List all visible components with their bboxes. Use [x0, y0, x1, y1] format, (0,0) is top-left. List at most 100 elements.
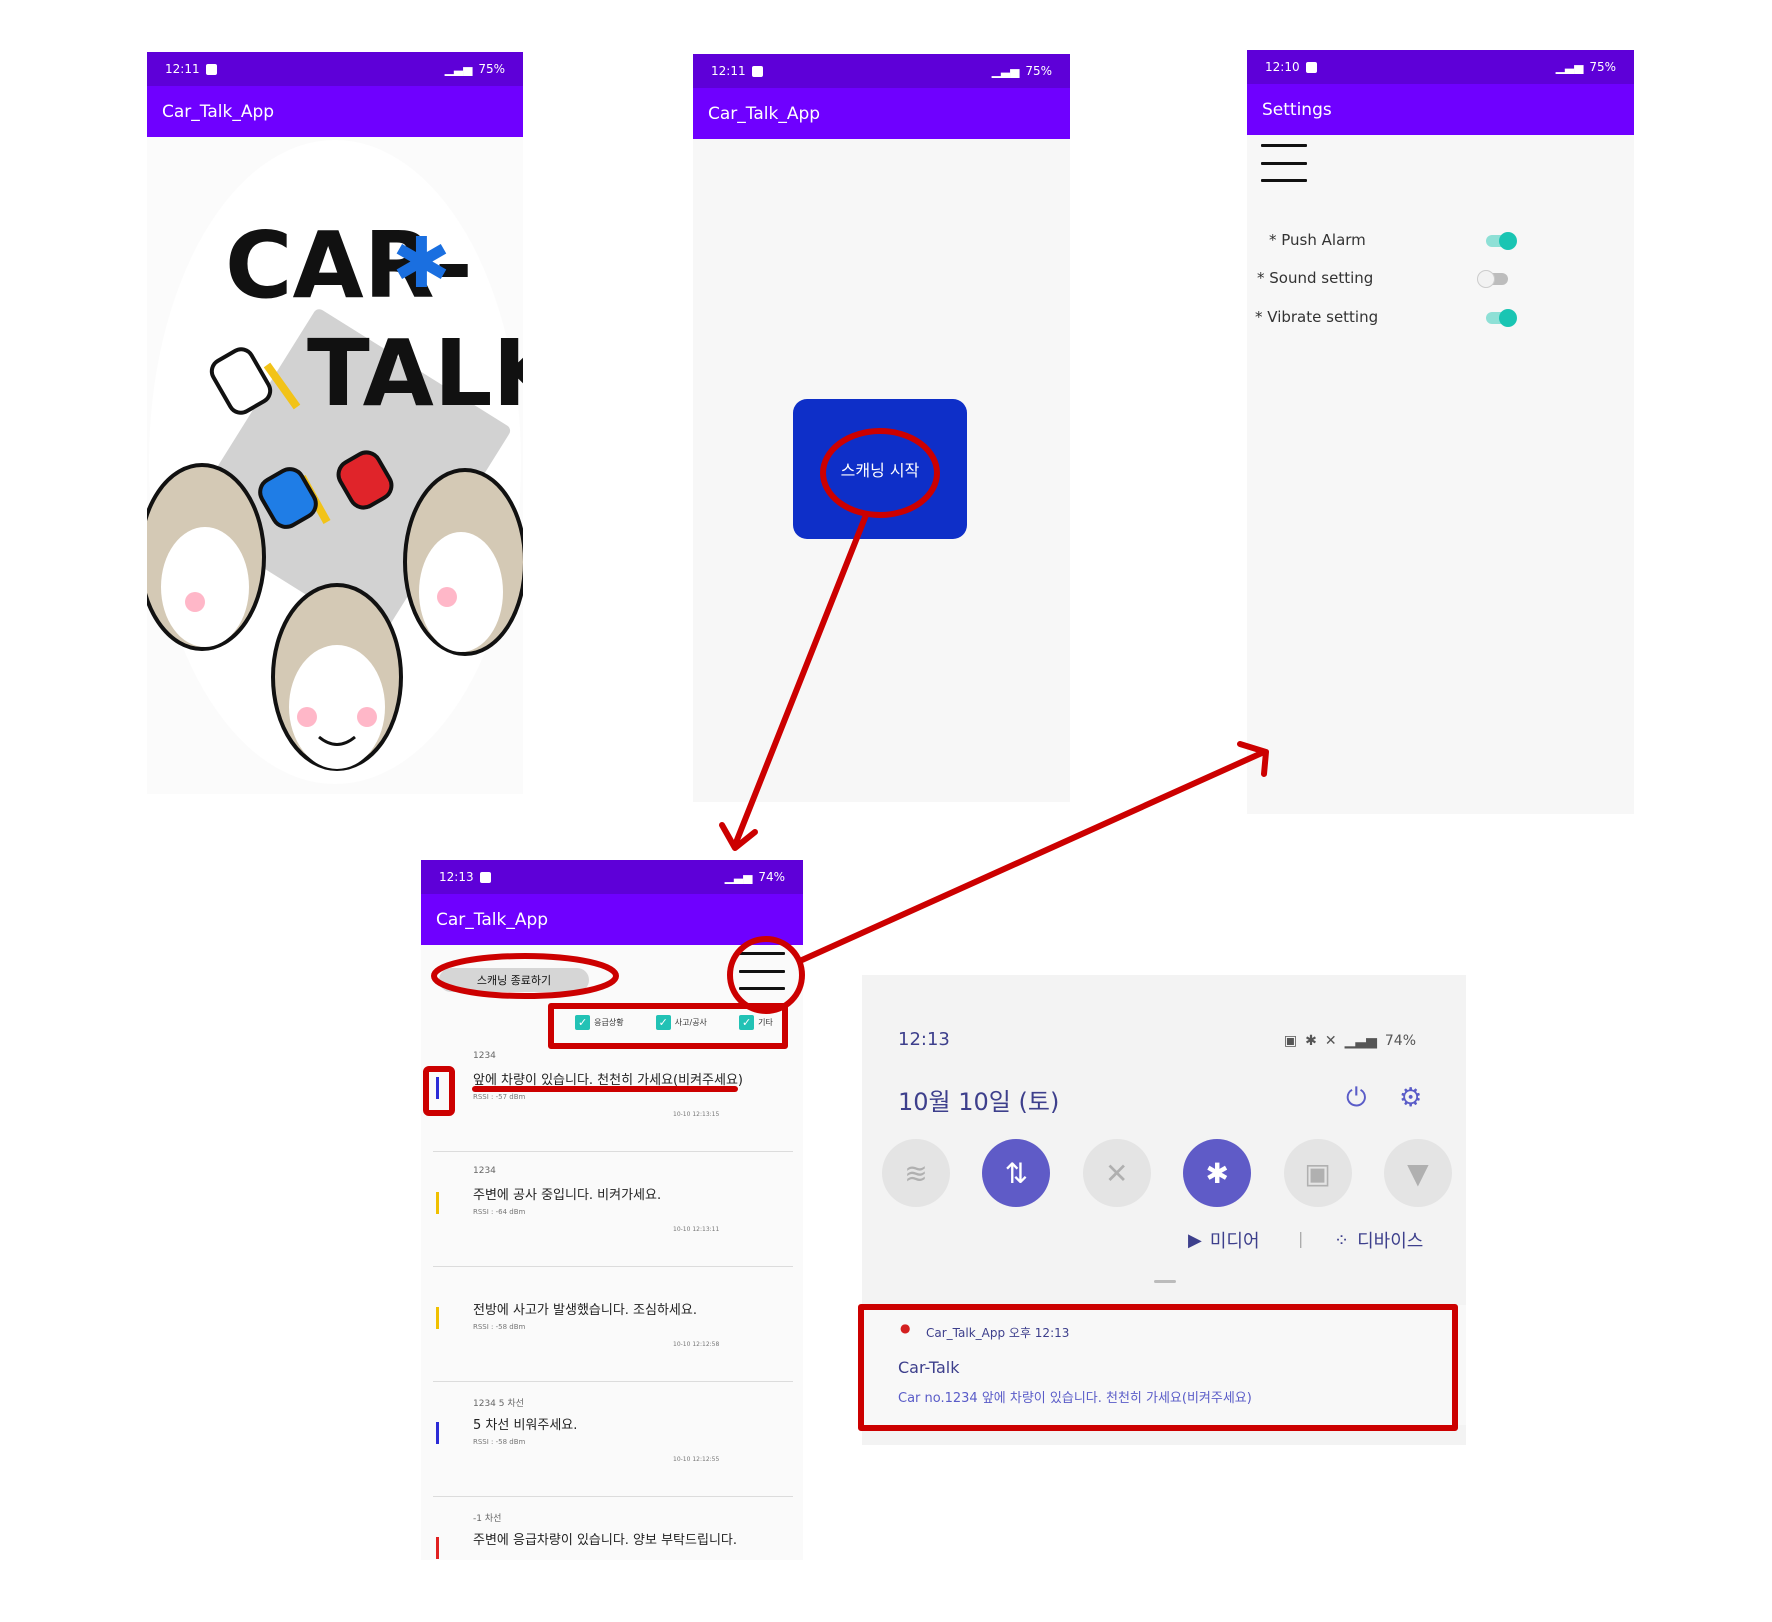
message-text: 전방에 사고가 발생했습니다. 조심하세요. [473, 1303, 697, 1318]
notification-icon [1305, 61, 1317, 73]
status-bar: 12:10 ▁▃▅ 75% [1247, 50, 1634, 84]
setting-label: * Sound setting [1257, 269, 1374, 287]
bluetooth-icon: ✱ [1205, 1156, 1229, 1190]
battery-level: 75% [1589, 60, 1616, 74]
status-bar: 12:11 ▁▃▅ 75% [147, 52, 523, 86]
mute-icon: ✕ [1105, 1156, 1129, 1190]
vibrate-toggle[interactable] [1486, 309, 1517, 327]
filter-accident[interactable]: ✓ 사고/공사 [655, 1014, 707, 1030]
message-id: 1234 5 차선 [473, 1399, 524, 1409]
message-text: 주변에 공사 중입니다. 비켜가세요. [473, 1188, 662, 1203]
app-bar: Car_Talk_App [421, 894, 803, 945]
notification-panel: 12:13 ▣ ✱ ✕ ▁▃▅ 74% 10월 10일 (토) ⏻ ⚙ ≋ ⇅ … [862, 975, 1466, 1445]
sound-toggle[interactable]: ✕ [1082, 1139, 1151, 1207]
status-time: 12:11 [165, 62, 200, 76]
priority-bar [436, 1307, 439, 1329]
message-time: 10-10 12:13:15 [673, 1111, 720, 1118]
sound-toggle[interactable] [1477, 270, 1508, 288]
message-rssi: RSSI : -57 dBm [473, 1093, 526, 1101]
list-item[interactable]: 전방에 사고가 발생했습니다. 조심하세요. RSSI : -58 dBm 10… [433, 1267, 793, 1382]
list-item[interactable]: 1234 주변에 공사 중입니다. 비켜가세요. RSSI : -64 dBm … [433, 1152, 793, 1267]
app-title: Car_Talk_App [708, 103, 821, 124]
filter-emergency[interactable]: ✓ 응급상황 [575, 1014, 624, 1030]
start-scan-label: 스캐닝 시작 [840, 461, 920, 480]
status-bar: 12:11 ▁▃▅ 75% [693, 54, 1070, 88]
filter-label: 기타 [758, 1017, 773, 1027]
message-time: 10-10 12:13:11 [673, 1226, 720, 1233]
devices-label: 디바이스 [1357, 1231, 1424, 1252]
left-face-icon [147, 463, 266, 651]
panel-status-icons: ▣ ✱ ✕ ▁▃▅ 74% [1284, 1033, 1416, 1049]
wifi-icon: ≋ [904, 1156, 928, 1190]
filter-other[interactable]: ✓ 기타 [739, 1014, 773, 1030]
message-rssi: RSSI : -64 dBm [473, 1208, 526, 1216]
app-bar: Car_Talk_App [147, 86, 523, 137]
setting-label: * Push Alarm [1269, 231, 1366, 249]
menu-icon[interactable] [1261, 144, 1307, 182]
menu-icon[interactable] [739, 952, 785, 990]
priority-bar [436, 1537, 439, 1559]
signal-icon: ▁▃▅ [1555, 60, 1584, 74]
settings-screen: 12:10 ▁▃▅ 75% Settings * Push Alarm * Sou… [1247, 50, 1634, 814]
rotation-lock-toggle[interactable]: ▣ [1283, 1139, 1352, 1207]
setting-sound: * Sound setting [1247, 263, 1634, 293]
signal-icon: ▁▃▅ [1344, 1033, 1377, 1049]
setting-label: * Vibrate setting [1255, 308, 1379, 326]
logo-screen: 12:11 ▁▃▅ 75% Car_Talk_App CAR- ✱ TALK [147, 52, 523, 794]
power-icon[interactable]: ⏻ [1346, 1083, 1367, 1114]
list-item[interactable]: -1 차선 주변에 응급차량이 있습니다. 양보 부탁드립니다. [433, 1497, 793, 1560]
list-item[interactable]: 1234 앞에 차량이 있습니다. 천천히 가세요(비켜주세요) RSSI : … [433, 1037, 793, 1152]
filter-label: 사고/공사 [674, 1017, 707, 1027]
message-rssi: RSSI : -58 dBm [473, 1438, 526, 1446]
app-title: Car_Talk_App [436, 909, 549, 930]
stop-scan-label: 스캐닝 종료하기 [476, 974, 552, 987]
drag-handle[interactable] [1154, 1280, 1176, 1283]
signal-icon: ▁▃▅ [991, 64, 1020, 78]
push-alarm-toggle[interactable] [1486, 232, 1517, 250]
list-item[interactable]: 1234 5 차선 5 차선 비워주세요. RSSI : -58 dBm 10-… [433, 1382, 793, 1497]
message-id: -1 차선 [473, 1514, 502, 1524]
battery-saver-icon: ▣ [1283, 1033, 1298, 1049]
devices-button[interactable]: ⁘ 디바이스 [1334, 1227, 1423, 1253]
bluetooth-icon: ✱ [392, 222, 451, 304]
status-time: 12:11 [711, 64, 746, 78]
gear-icon[interactable]: ⚙ [1399, 1083, 1422, 1113]
checkbox-checked-icon: ✓ [575, 1014, 591, 1030]
right-face-icon [403, 468, 523, 656]
wifi-toggle[interactable]: ≋ [882, 1139, 950, 1207]
notification-icon [479, 871, 491, 883]
battery-level: 74% [1384, 1033, 1416, 1049]
filter-bar: ✓ 응급상황 ✓ 사고/공사 ✓ 기타 [559, 1010, 789, 1034]
priority-bar [436, 1192, 439, 1214]
logo-text-talk: TALK [307, 320, 523, 427]
message-id: 1234 [473, 1166, 496, 1176]
priority-bar [436, 1422, 439, 1444]
message-id: 1234 [473, 1051, 496, 1061]
filter-label: 응급상황 [594, 1017, 624, 1027]
start-scan-button[interactable]: 스캐닝 시작 [793, 399, 967, 539]
signal-icon: ▁▃▅ [444, 62, 473, 76]
flashlight-toggle[interactable]: ▼ [1383, 1139, 1452, 1207]
scan-screen: 12:11 ▁▃▅ 75% Car_Talk_App 스캐닝 시작 [693, 54, 1070, 802]
notification-body: Car no.1234 앞에 차량이 있습니다. 천천히 가세요(비켜주세요) [898, 1391, 1252, 1406]
battery-level: 75% [1025, 64, 1052, 78]
setting-push-alarm: * Push Alarm [1247, 225, 1634, 255]
bluetooth-toggle[interactable]: ✱ [1183, 1139, 1252, 1207]
message-list-screen: 12:13 ▁▃▅ 74% Car_Talk_App 스캐닝 종료하기 ✓ 응급상황… [421, 860, 803, 1560]
flashlight-icon: ▼ [1407, 1156, 1429, 1190]
panel-date: 10월 10일 (토) [898, 1088, 1060, 1116]
stop-scan-button[interactable]: 스캐닝 종료하기 [439, 968, 589, 992]
panel-time: 12:13 [898, 1029, 950, 1050]
lock-icon: ▣ [1304, 1156, 1331, 1190]
message-time: 10-10 12:12:58 [673, 1341, 720, 1348]
priority-bar [436, 1077, 439, 1099]
app-notification-icon: ● [900, 1321, 911, 1335]
data-toggle[interactable]: ⇅ [982, 1139, 1051, 1207]
media-label: 미디어 [1209, 1231, 1260, 1252]
message-rssi: RSSI : -58 dBm [473, 1323, 526, 1331]
app-bar: Car_Talk_App [693, 88, 1070, 139]
play-icon: ▶ [1188, 1229, 1202, 1251]
message-text: 주변에 응급차량이 있습니다. 양보 부탁드립니다. [473, 1533, 737, 1548]
media-button[interactable]: ▶ 미디어 [1188, 1227, 1260, 1253]
arrow-head [719, 822, 758, 851]
